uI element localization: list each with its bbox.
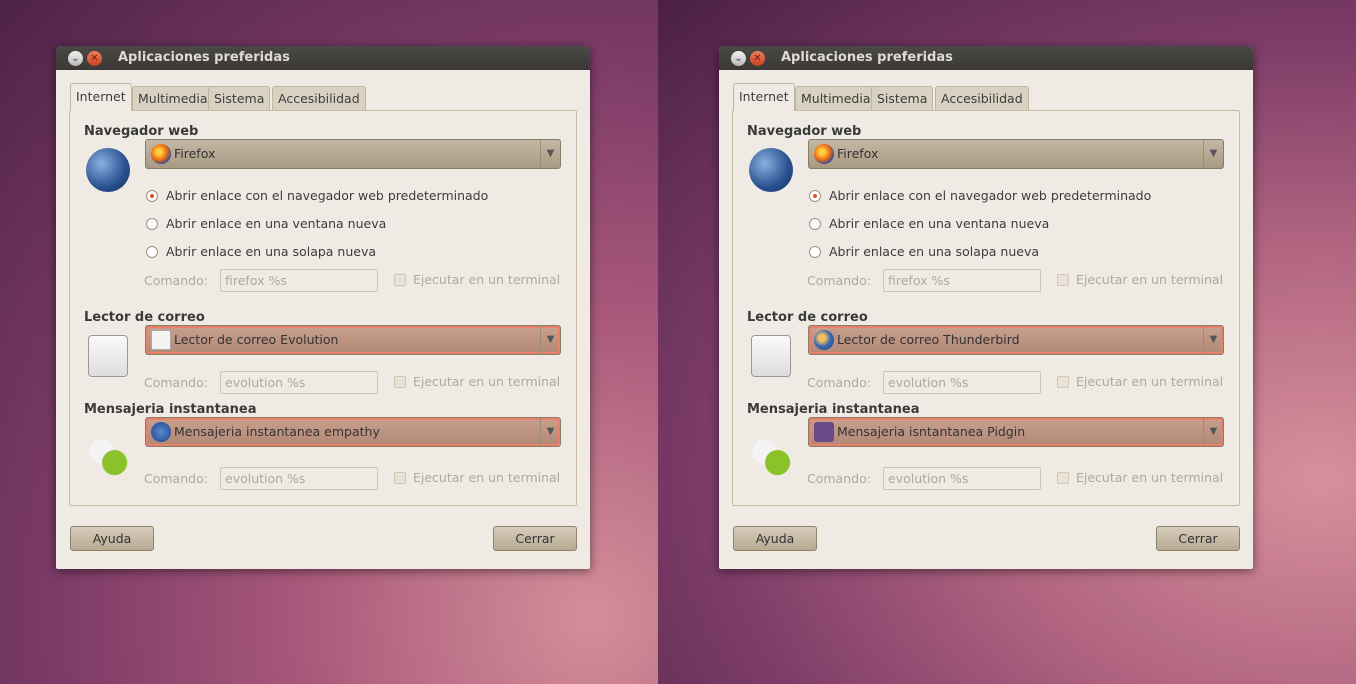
web-terminal-checkbox[interactable] <box>394 274 406 286</box>
mail-app-select[interactable]: Lector de correo Thunderbird ▼ <box>808 325 1224 355</box>
im-terminal-checkbox[interactable] <box>394 472 406 484</box>
chevron-down-icon: ▼ <box>1203 140 1223 168</box>
envelope-icon <box>751 335 791 377</box>
close-icon[interactable]: ✕ <box>87 51 102 66</box>
empathy-icon <box>151 422 171 442</box>
thunderbird-icon <box>814 330 834 350</box>
web-heading: Navegador web <box>84 124 199 139</box>
mail-heading: Lector de correo <box>84 310 205 325</box>
mail-terminal-label: Ejecutar en un terminal <box>413 374 561 389</box>
radio-button[interactable] <box>809 190 821 202</box>
web-command-label: Comando: <box>144 273 208 288</box>
envelope-icon <box>151 330 171 350</box>
tab-multimedia[interactable]: Multimedia <box>132 86 214 110</box>
minimize-icon[interactable]: ⌄ <box>68 51 83 66</box>
im-app-value: Mensajeria instantanea empathy <box>174 424 380 439</box>
chevron-down-icon: ▼ <box>1203 418 1223 446</box>
web-app-select[interactable]: Firefox ▼ <box>145 139 561 169</box>
mail-terminal-checkbox[interactable] <box>1057 376 1069 388</box>
title-bar[interactable]: ⌄ ✕ Aplicaciones preferidas <box>56 46 590 70</box>
globe-icon <box>749 148 793 192</box>
mail-command-input[interactable]: evolution %s <box>220 371 378 394</box>
tab-internet[interactable]: Internet <box>733 83 795 111</box>
im-terminal-checkbox[interactable] <box>1057 472 1069 484</box>
minimize-icon[interactable]: ⌄ <box>731 51 746 66</box>
close-button[interactable]: Cerrar <box>1156 526 1240 551</box>
im-terminal-label: Ejecutar en un terminal <box>1076 470 1224 485</box>
mail-app-select[interactable]: Lector de correo Evolution ▼ <box>145 325 561 355</box>
im-heading: Mensajeria instantanea <box>84 402 257 417</box>
mail-heading: Lector de correo <box>747 310 868 325</box>
chevron-down-icon: ▼ <box>540 326 560 354</box>
mail-terminal-checkbox[interactable] <box>394 376 406 388</box>
envelope-icon <box>88 335 128 377</box>
mail-command-label: Comando: <box>144 375 208 390</box>
globe-icon <box>86 148 130 192</box>
web-terminal-label: Ejecutar en un terminal <box>1076 272 1224 287</box>
firefox-icon <box>814 144 834 164</box>
preferred-applications-dialog: ⌄ ✕ Aplicaciones preferidas Internet Mult… <box>719 46 1253 569</box>
im-command-input[interactable]: evolution %s <box>220 467 378 490</box>
radio-button[interactable] <box>809 218 821 230</box>
radio-button[interactable] <box>146 246 158 258</box>
im-heading: Mensajeria instantanea <box>747 402 920 417</box>
window-title: Aplicaciones preferidas <box>118 50 290 65</box>
mail-command-label: Comando: <box>807 375 871 390</box>
im-command-input[interactable]: evolution %s <box>883 467 1041 490</box>
radio-button[interactable] <box>146 218 158 230</box>
chevron-down-icon: ▼ <box>1203 326 1223 354</box>
tab-accesibilidad[interactable]: Accesibilidad <box>935 86 1029 110</box>
mail-app-value: Lector de correo Thunderbird <box>837 332 1020 347</box>
im-app-value: Mensajeria isntantanea Pidgin <box>837 424 1026 439</box>
mail-app-value: Lector de correo Evolution <box>174 332 339 347</box>
close-button[interactable]: Cerrar <box>493 526 577 551</box>
mail-command-input[interactable]: evolution %s <box>883 371 1041 394</box>
radio-button[interactable] <box>146 190 158 202</box>
tab-accesibilidad[interactable]: Accesibilidad <box>272 86 366 110</box>
web-app-value: Firefox <box>174 146 216 161</box>
web-terminal-label: Ejecutar en un terminal <box>413 272 561 287</box>
web-app-select[interactable]: Firefox ▼ <box>808 139 1224 169</box>
web-terminal-checkbox[interactable] <box>1057 274 1069 286</box>
web-command-label: Comando: <box>807 273 871 288</box>
web-command-input[interactable]: firefox %s <box>883 269 1041 292</box>
im-command-label: Comando: <box>807 471 871 486</box>
pidgin-icon <box>814 422 834 442</box>
chat-bubbles-icon <box>749 434 793 478</box>
tab-sistema[interactable]: Sistema <box>208 86 271 110</box>
preferred-applications-dialog: ⌄ ✕ Aplicaciones preferidas Internet Mult… <box>56 46 590 569</box>
mail-terminal-label: Ejecutar en un terminal <box>1076 374 1224 389</box>
im-terminal-label: Ejecutar en un terminal <box>413 470 561 485</box>
im-command-label: Comando: <box>144 471 208 486</box>
close-icon[interactable]: ✕ <box>750 51 765 66</box>
tab-internet[interactable]: Internet <box>70 83 132 111</box>
help-button[interactable]: Ayuda <box>70 526 154 551</box>
web-app-value: Firefox <box>837 146 879 161</box>
help-button[interactable]: Ayuda <box>733 526 817 551</box>
title-bar[interactable]: ⌄ ✕ Aplicaciones preferidas <box>719 46 1253 70</box>
radio-button[interactable] <box>809 246 821 258</box>
chevron-down-icon: ▼ <box>540 140 560 168</box>
im-app-select[interactable]: Mensajeria instantanea empathy ▼ <box>145 417 561 447</box>
web-command-input[interactable]: firefox %s <box>220 269 378 292</box>
web-heading: Navegador web <box>747 124 862 139</box>
chat-bubbles-icon <box>86 434 130 478</box>
window-title: Aplicaciones preferidas <box>781 50 953 65</box>
firefox-icon <box>151 144 171 164</box>
tab-sistema[interactable]: Sistema <box>871 86 934 110</box>
im-app-select[interactable]: Mensajeria isntantanea Pidgin ▼ <box>808 417 1224 447</box>
chevron-down-icon: ▼ <box>540 418 560 446</box>
tab-multimedia[interactable]: Multimedia <box>795 86 877 110</box>
